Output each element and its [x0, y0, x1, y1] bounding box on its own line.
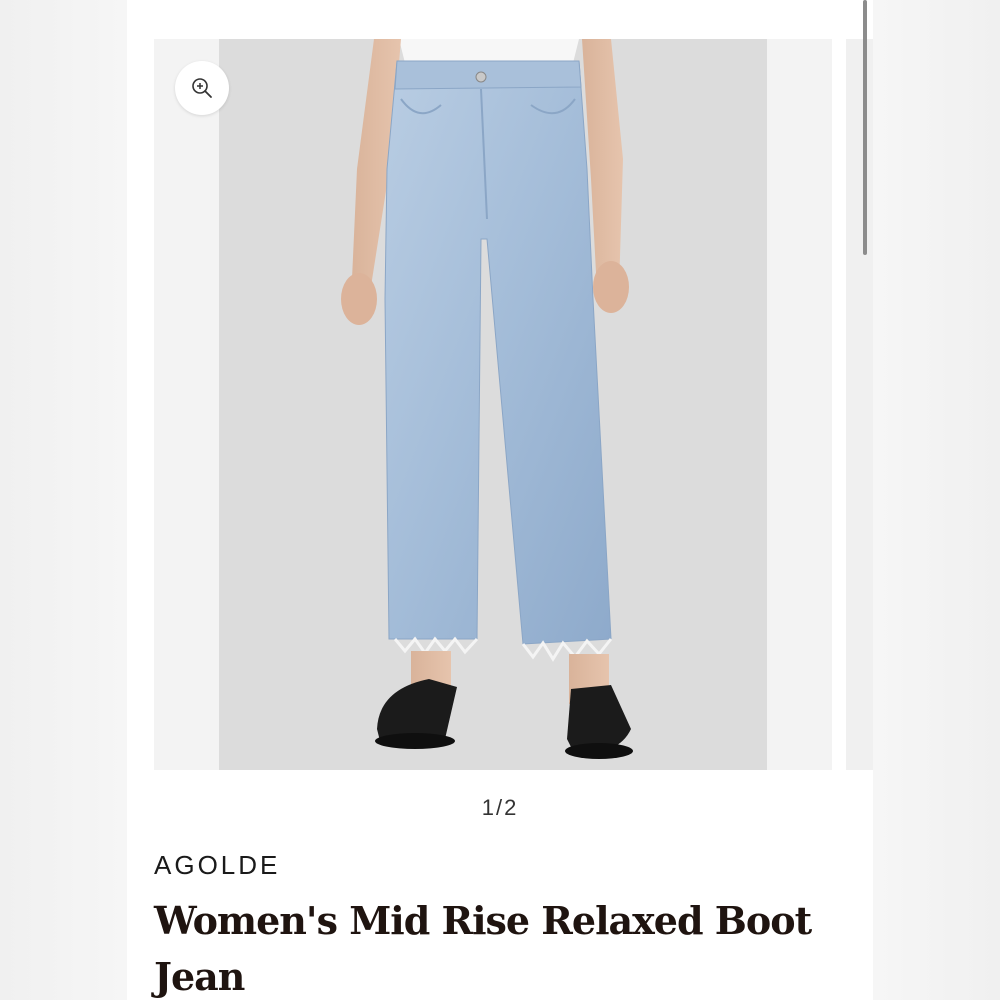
zoom-button[interactable] — [175, 61, 229, 115]
product-photo[interactable] — [219, 39, 767, 770]
image-gallery[interactable] — [154, 39, 832, 770]
zoom-in-icon — [192, 78, 212, 98]
pager-current: 1 — [481, 795, 496, 820]
scrollbar[interactable] — [863, 0, 867, 255]
image-pager: 1/2 — [127, 795, 873, 821]
next-image-peek[interactable] — [846, 39, 873, 770]
pager-separator: / — [495, 795, 505, 820]
product-title: Women's Mid Rise Relaxed Boot Jean — [154, 898, 812, 999]
jeans-photo-illustration — [219, 39, 767, 770]
brand-name[interactable]: AGOLDE — [154, 850, 280, 881]
pager-total: 2 — [504, 795, 519, 820]
right-backdrop — [873, 0, 1000, 1000]
product-page: 1/2 AGOLDE Women's Mid Rise Relaxed Boot… — [127, 0, 873, 1000]
left-backdrop — [0, 0, 127, 1000]
